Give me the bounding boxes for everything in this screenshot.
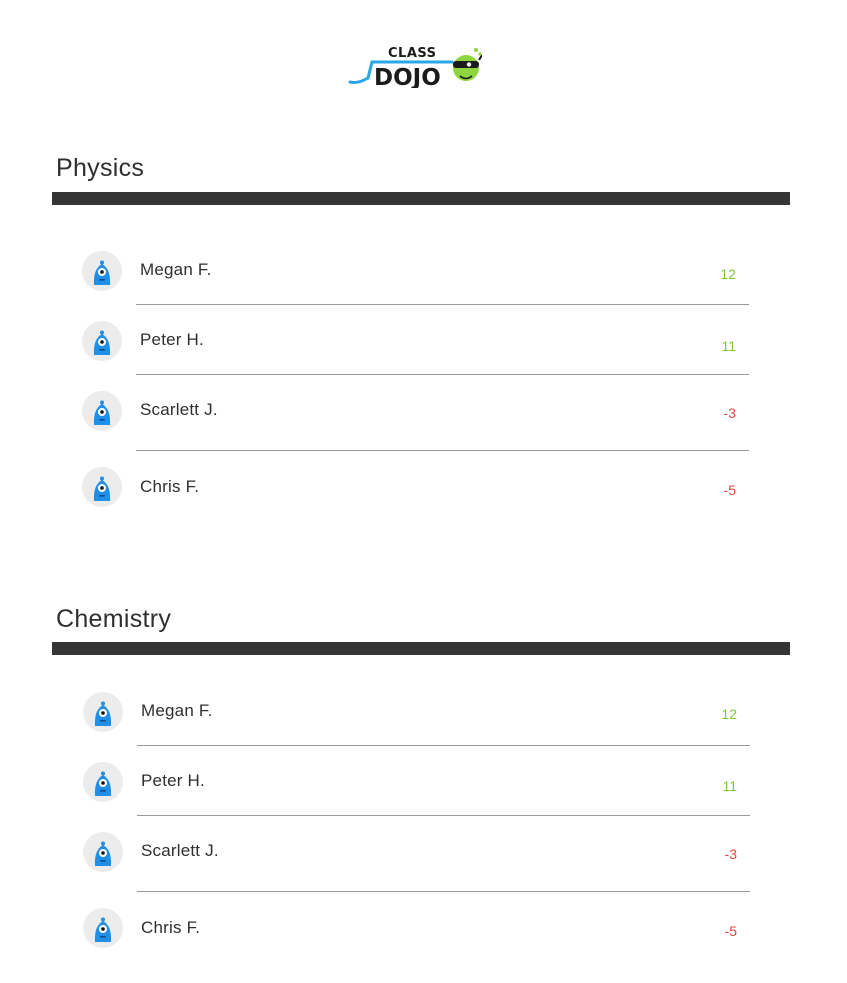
student-points: 12 [720,266,736,282]
logo-line1: CLASS [388,46,437,61]
student-name: Peter H. [140,330,204,349]
blue-monster-icon [94,771,112,796]
student-points: -5 [724,923,737,939]
row-divider [137,745,750,746]
student-avatar [83,832,123,872]
blue-monster-icon [93,260,111,285]
student-points: -5 [723,482,736,498]
ninja-mascot-icon [453,48,482,81]
blue-monster-icon [93,330,111,355]
student-name: Chris F. [140,477,200,496]
student-name: Chris F. [141,918,201,937]
student-avatar [82,467,122,507]
row-divider [136,450,749,451]
section-divider-bar [52,642,790,655]
student-points: -3 [724,846,737,862]
student-avatar [82,251,122,291]
student-avatar [83,908,123,948]
blue-monster-icon [94,917,112,942]
blue-monster-icon [94,841,112,866]
blue-monster-icon [93,476,111,501]
section-title: Chemistry [56,605,172,633]
student-avatar [82,321,122,361]
student-name: Scarlett J. [140,400,218,419]
student-name: Scarlett J. [141,841,219,860]
row-divider [137,891,750,892]
blue-monster-icon [93,400,111,425]
student-name: Megan F. [141,701,213,720]
student-points: -3 [723,405,736,421]
student-points: 11 [722,778,737,794]
row-divider [136,374,749,375]
row-divider [137,815,750,816]
student-avatar [83,692,123,732]
section-title: Physics [56,154,145,182]
student-avatar [83,762,123,802]
student-points: 11 [721,338,736,354]
student-avatar [82,391,122,431]
student-name: Peter H. [141,771,205,790]
section-divider-bar [52,192,790,205]
student-points: 12 [721,706,737,722]
blue-monster-icon [94,701,112,726]
logo-line2: DOJO [374,65,441,88]
classdojo-logo: CLASS DOJO [348,44,482,88]
classdojo-logo-graphic: CLASS DOJO [348,46,482,88]
row-divider [136,304,749,305]
student-name: Megan F. [140,260,212,279]
